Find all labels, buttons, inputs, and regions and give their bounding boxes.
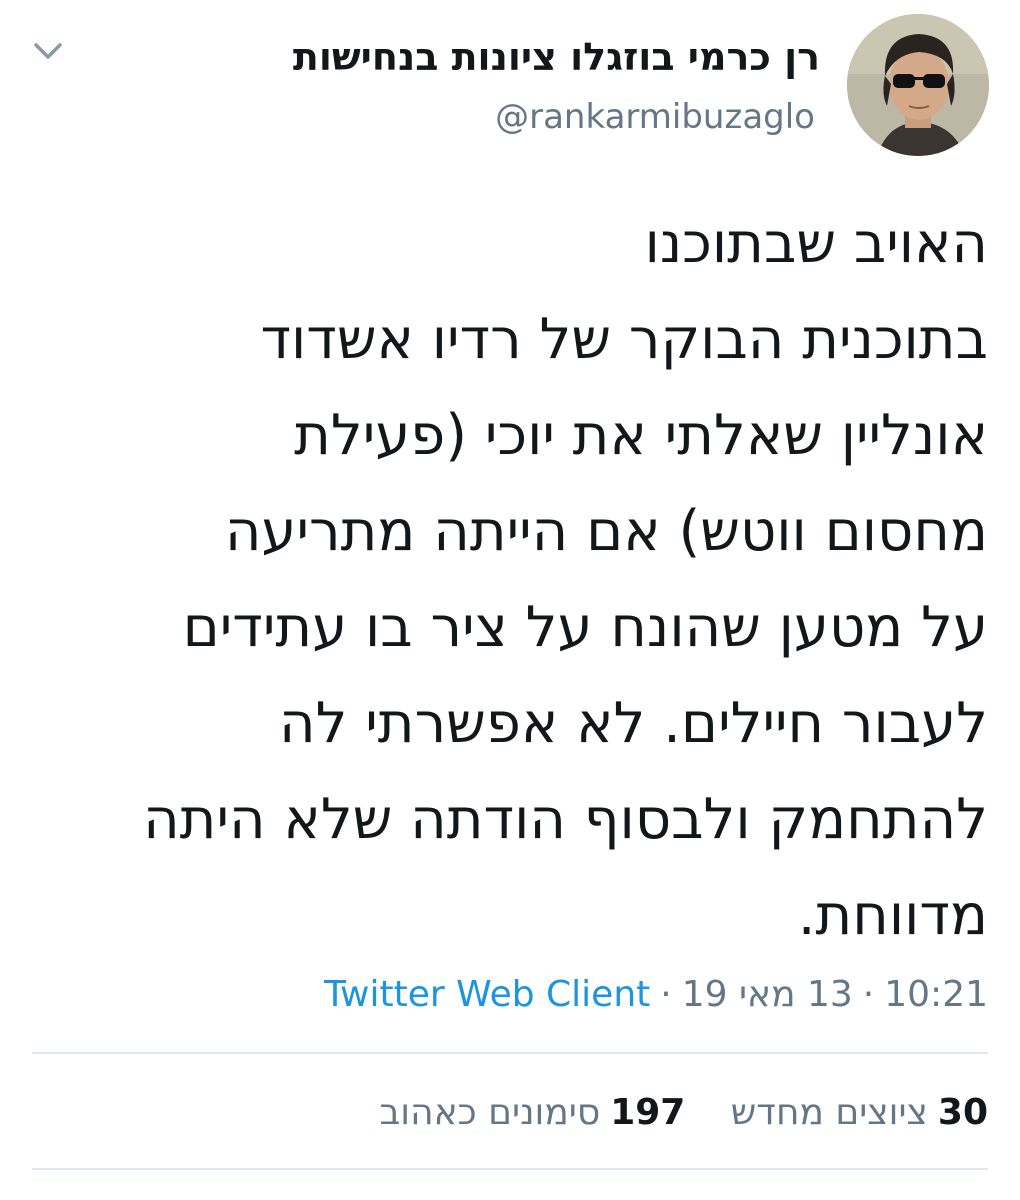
tweet-text-line: בתוכנית הבוקר של רדיו אשדוד (260, 307, 988, 372)
tweet-stats: 30ציוצים מחדש 197סימונים כאהוב (379, 1088, 988, 1138)
retweets-count: 30 (937, 1092, 988, 1133)
likes-stat[interactable]: 197סימונים כאהוב (379, 1088, 685, 1138)
author-display-name[interactable]: רן כרמי בוזגלו ציונות בנחישות (293, 34, 820, 80)
tweet-text-line: להתחמק ולבסוף הודתה שלא היתה (143, 787, 988, 852)
meta-separator: · (660, 974, 672, 1015)
retweets-stat[interactable]: 30ציוצים מחדש (731, 1088, 988, 1138)
meta-separator: · (862, 974, 875, 1015)
tweet-text-line: מדווחת. (797, 883, 988, 948)
tweet-time[interactable]: 10:21 (884, 974, 988, 1015)
retweets-label: ציוצים מחדש (730, 1092, 928, 1133)
avatar[interactable] (847, 14, 989, 156)
tweet-text: האויב שבתוכנו בתוכנית הבוקר של רדיו אשדו… (18, 196, 988, 964)
tweet-card: רן כרמי בוזגלו ציונות בנחישות @rankarmib… (0, 0, 1020, 1200)
tweet-meta: 10:21·13 מאי 19·Twitter Web Client (324, 970, 988, 1020)
tweet-client-link[interactable]: Twitter Web Client (324, 974, 650, 1015)
tweet-text-line: על מטען שהונח על ציר בו עתידים (182, 595, 988, 660)
tweet-text-line: לעבור חיילים. לא אפשרתי לה (279, 691, 988, 756)
tweet-text-line: אונליין שאלתי את יוכי (פעילת (294, 403, 988, 468)
tweet-text-line: האויב שבתוכנו (644, 211, 988, 276)
tweet-date[interactable]: 13 מאי 19 (682, 974, 853, 1015)
divider (32, 1168, 988, 1170)
chevron-down-icon[interactable] (28, 36, 68, 66)
tweet-text-line: מחסום ווטש) אם הייתה מתריעה (224, 499, 988, 564)
divider (32, 1052, 988, 1054)
likes-label: סימונים כאהוב (379, 1092, 601, 1133)
likes-count: 197 (610, 1092, 686, 1133)
author-handle[interactable]: @rankarmibuzaglo (495, 95, 815, 139)
